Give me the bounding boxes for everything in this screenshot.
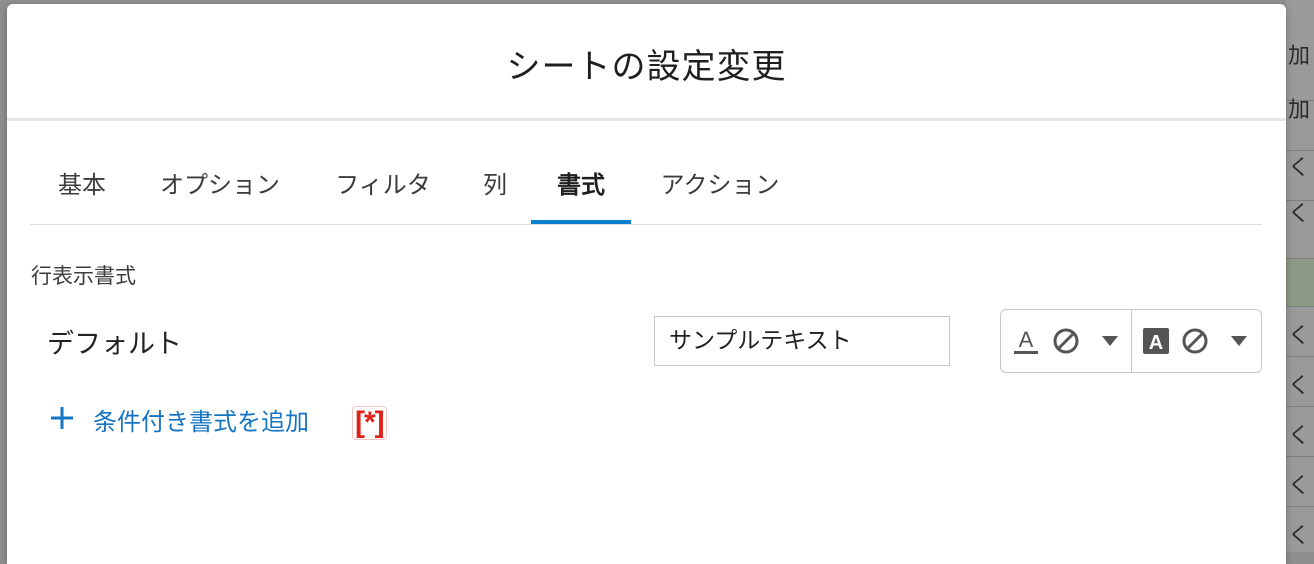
active-tab-indicator	[531, 220, 631, 224]
dropdown-arrow-icon	[1230, 335, 1248, 347]
svg-text:A: A	[1148, 332, 1162, 354]
add-conditional-format-link[interactable]: 条件付き書式を追加	[49, 402, 309, 437]
text-color-button[interactable]: A	[1001, 310, 1131, 372]
background-color-icon: A	[1142, 327, 1170, 355]
format-style-controls: A A	[1000, 309, 1262, 373]
background-highlighted-row	[1286, 258, 1314, 306]
tab-bar: 基本 オプション フィルタ 列 書式 アクション	[30, 154, 1262, 225]
plus-icon	[49, 403, 75, 437]
background-text: く	[1288, 156, 1311, 181]
background-row-divider	[1286, 456, 1314, 457]
tab-options[interactable]: オプション	[154, 154, 286, 216]
dropdown-arrow-icon	[1101, 335, 1119, 347]
background-row-divider	[1286, 406, 1314, 407]
add-conditional-format-label: 条件付き書式を追加	[93, 408, 309, 436]
tab-columns[interactable]: 列	[480, 154, 510, 216]
default-format-label: デフォルト	[47, 329, 182, 360]
background-text: く	[1288, 474, 1311, 499]
background-text: く	[1288, 202, 1311, 227]
no-color-icon	[1180, 326, 1210, 356]
svg-text:A: A	[1019, 327, 1034, 352]
tab-format[interactable]: 書式	[531, 154, 631, 216]
background-text: く	[1288, 424, 1311, 449]
background-row-divider	[1286, 356, 1314, 357]
row-format-section-label: 行表示書式	[31, 264, 136, 288]
tab-filter[interactable]: フィルタ	[332, 154, 434, 216]
background-text: 加	[1288, 98, 1311, 123]
modal-title: シートの設定変更	[506, 46, 787, 87]
no-color-icon	[1051, 326, 1081, 356]
tab-basic[interactable]: 基本	[55, 154, 109, 216]
background-text: く	[1288, 524, 1311, 549]
required-marker-badge: [*]	[352, 406, 387, 440]
background-text: く	[1288, 324, 1311, 349]
sheet-settings-modal: シートの設定変更 基本 オプション フィルタ 列 書式 アクション 行表示書式 …	[7, 4, 1286, 564]
background-text: 加	[1288, 44, 1311, 69]
modal-header: シートの設定変更	[7, 4, 1286, 121]
text-color-icon: A	[1011, 326, 1041, 356]
background-row-divider	[1286, 258, 1314, 259]
sample-text-preview: サンプルテキスト	[654, 316, 950, 366]
background-row-divider	[1286, 306, 1314, 307]
background-text: く	[1288, 374, 1311, 399]
background-row-divider	[1286, 506, 1314, 507]
background-color-button[interactable]: A	[1130, 310, 1262, 372]
tab-actions[interactable]: アクション	[655, 154, 785, 216]
